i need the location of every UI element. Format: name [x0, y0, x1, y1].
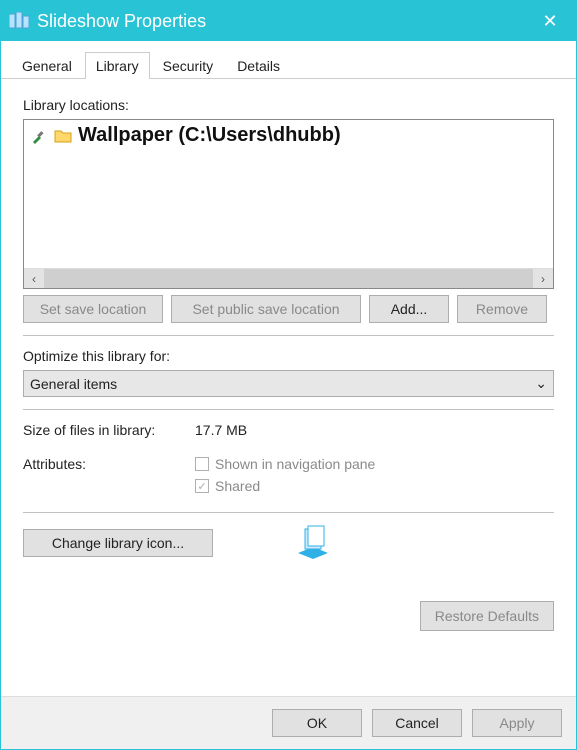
- divider: [23, 335, 554, 336]
- library-stack-icon: [293, 525, 333, 561]
- apply-button[interactable]: Apply: [472, 709, 562, 737]
- dialog-window: Slideshow Properties ✕ General Library S…: [0, 0, 577, 750]
- ok-button[interactable]: OK: [272, 709, 362, 737]
- set-public-save-location-button[interactable]: Set public save location: [171, 295, 361, 323]
- chevron-down-icon: ⌄: [535, 375, 547, 392]
- tab-strip: General Library Security Details: [1, 41, 576, 79]
- tab-security[interactable]: Security: [152, 52, 225, 79]
- icon-row: Change library icon...: [23, 525, 554, 561]
- set-save-location-button[interactable]: Set save location: [23, 295, 163, 323]
- titlebar: Slideshow Properties ✕: [1, 1, 576, 41]
- checkbox-icon: [195, 457, 209, 471]
- shown-nav-label: Shown in navigation pane: [215, 456, 375, 472]
- close-icon[interactable]: ✕: [530, 11, 570, 32]
- paintbrush-icon: [30, 127, 48, 145]
- scroll-right-icon[interactable]: ›: [533, 269, 553, 288]
- attributes-row: Attributes: Shown in navigation pane ✓ S…: [23, 456, 554, 500]
- divider: [23, 409, 554, 410]
- optimize-value: General items: [30, 376, 117, 392]
- checkbox-checked-icon: ✓: [195, 479, 209, 493]
- change-library-icon-button[interactable]: Change library icon...: [23, 529, 213, 557]
- locations-listbox[interactable]: Wallpaper (C:\Users\dhubb) ‹ ›: [23, 119, 554, 289]
- optimize-label: Optimize this library for:: [23, 348, 554, 364]
- restore-row: Restore Defaults: [23, 601, 554, 631]
- window-title: Slideshow Properties: [37, 11, 530, 32]
- tab-content: Library locations: Wallpaper (C:\Users\d…: [1, 79, 576, 696]
- size-row: Size of files in library: 17.7 MB: [23, 422, 554, 438]
- divider: [23, 512, 554, 513]
- tab-general[interactable]: General: [11, 52, 83, 79]
- shared-label: Shared: [215, 478, 260, 494]
- size-value: 17.7 MB: [195, 422, 247, 438]
- dialog-footer: OK Cancel Apply: [1, 696, 576, 749]
- restore-defaults-button[interactable]: Restore Defaults: [420, 601, 554, 631]
- locations-buttons: Set save location Set public save locati…: [23, 295, 554, 323]
- list-item-label: Wallpaper (C:\Users\dhubb): [78, 124, 341, 147]
- tab-details[interactable]: Details: [226, 52, 291, 79]
- locations-body: Wallpaper (C:\Users\dhubb): [24, 120, 553, 268]
- attributes-label: Attributes:: [23, 456, 183, 472]
- cancel-button[interactable]: Cancel: [372, 709, 462, 737]
- horizontal-scrollbar[interactable]: ‹ ›: [24, 268, 553, 288]
- size-label: Size of files in library:: [23, 422, 183, 438]
- remove-button[interactable]: Remove: [457, 295, 547, 323]
- attributes-values: Shown in navigation pane ✓ Shared: [195, 456, 375, 500]
- library-icon: [9, 12, 29, 30]
- shown-nav-checkbox[interactable]: Shown in navigation pane: [195, 456, 375, 472]
- folder-icon: [54, 128, 72, 143]
- scroll-track[interactable]: [44, 269, 533, 288]
- shared-checkbox[interactable]: ✓ Shared: [195, 478, 375, 494]
- list-item[interactable]: Wallpaper (C:\Users\dhubb): [30, 124, 547, 147]
- add-button[interactable]: Add...: [369, 295, 449, 323]
- locations-label: Library locations:: [23, 97, 554, 113]
- scroll-left-icon[interactable]: ‹: [24, 269, 44, 288]
- optimize-select[interactable]: General items ⌄: [23, 370, 554, 397]
- tab-library[interactable]: Library: [85, 52, 150, 79]
